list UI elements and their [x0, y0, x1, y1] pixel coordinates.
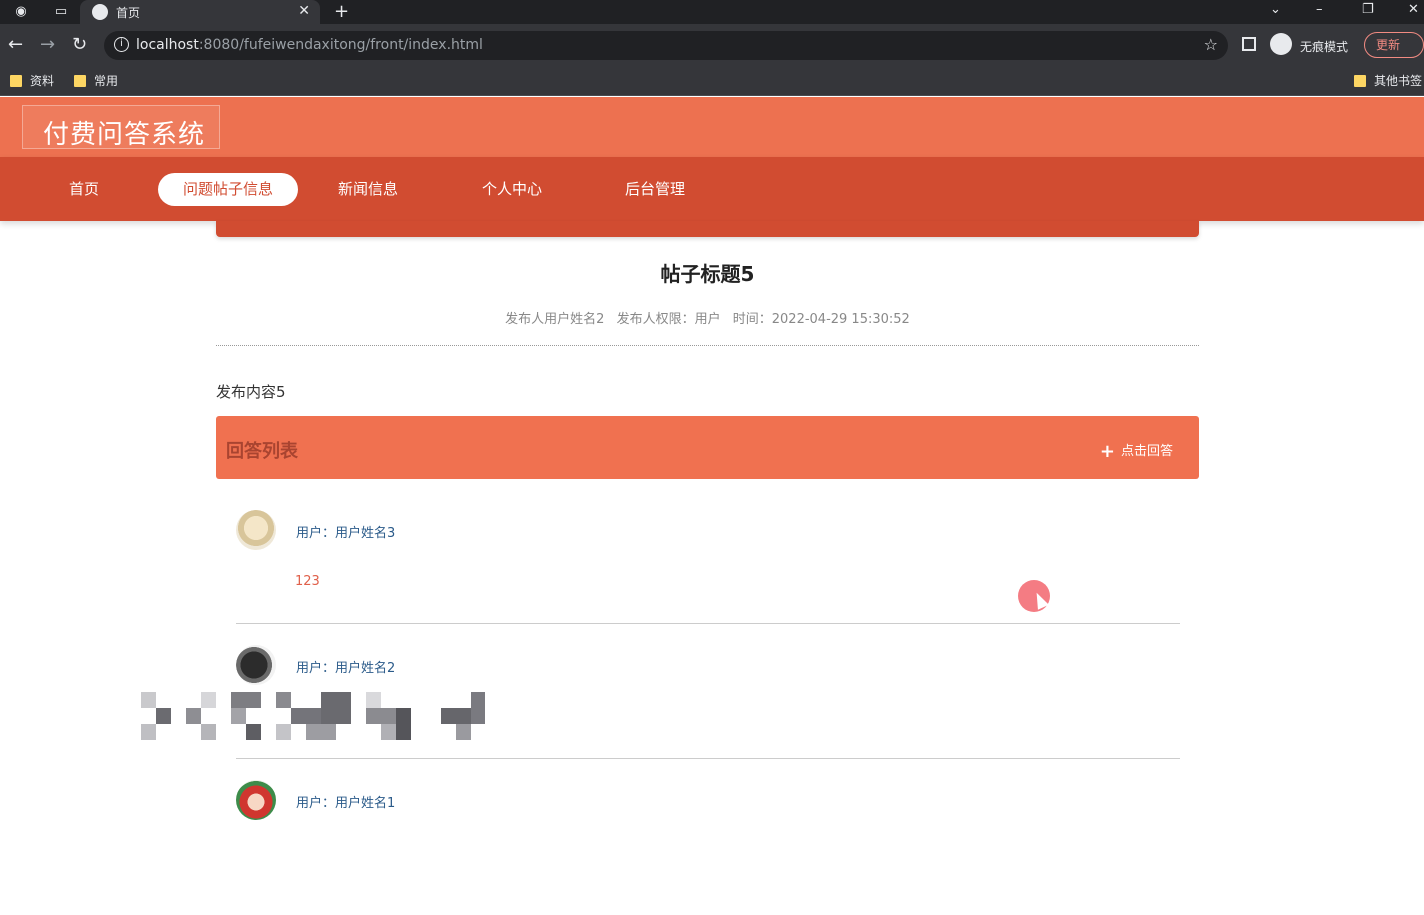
answer-text: 123	[295, 574, 320, 589]
nav-home[interactable]: 首页	[50, 173, 118, 206]
pixelated-content	[141, 692, 485, 740]
info-icon[interactable]: i	[114, 37, 129, 52]
answers-title: 回答列表	[226, 441, 298, 462]
reply-button[interactable]: + 点击回答	[1100, 440, 1173, 462]
update-button[interactable]: 更新	[1364, 32, 1424, 58]
post-permission: 发布人权限：用户	[616, 312, 721, 327]
answer-user: 用户：用户姓名2	[296, 661, 396, 676]
window-icon[interactable]: ▭	[52, 3, 70, 21]
avatar	[236, 510, 276, 550]
bookmark-folder[interactable]: 常用	[74, 72, 118, 89]
browser-tab[interactable]: 首页 ✕	[80, 0, 320, 24]
answer-user: 用户：用户姓名1	[296, 796, 396, 811]
back-icon[interactable]: ←	[8, 34, 23, 55]
answer-user: 用户：用户姓名3	[296, 526, 396, 541]
main-nav: 首页 问题帖子信息 新闻信息 个人中心 后台管理	[0, 157, 1424, 221]
section-banner	[216, 221, 1199, 237]
chevron-down-icon[interactable]: ⌄	[1270, 2, 1281, 17]
folder-icon	[74, 75, 86, 87]
globe-icon[interactable]: ◉	[12, 3, 30, 21]
minimize-icon[interactable]: –	[1316, 2, 1323, 17]
window-close-icon[interactable]: ✕	[1408, 2, 1419, 17]
tab-title: 首页	[116, 6, 141, 20]
address-toolbar: ← → ↻ i localhost:8080/fufeiwendaxitong/…	[0, 24, 1424, 66]
nav-question-posts[interactable]: 问题帖子信息	[158, 173, 298, 206]
incognito-icon[interactable]	[1270, 33, 1292, 55]
divider	[236, 758, 1180, 759]
post-time: 时间：2022-04-29 15:30:52	[732, 312, 910, 327]
logo[interactable]: 付费问答系统	[22, 105, 220, 150]
forward-icon[interactable]: →	[40, 34, 55, 55]
answer-item: 用户：用户姓名3 123	[236, 510, 1180, 645]
nav-admin[interactable]: 后台管理	[607, 173, 703, 206]
site-header: 付费问答系统	[0, 97, 1424, 157]
site-title: 付费问答系统	[43, 120, 206, 150]
other-bookmarks[interactable]: 其他书签	[1354, 72, 1422, 89]
side-panel-icon[interactable]	[1242, 37, 1256, 51]
tab-globe-icon	[92, 4, 108, 20]
post-content: 发布内容5	[216, 383, 286, 401]
bookmark-folder[interactable]: 资料	[10, 72, 54, 89]
post-title: 帖子标题5	[660, 262, 755, 286]
avatar	[236, 780, 276, 820]
star-icon[interactable]: ☆	[1204, 35, 1218, 54]
browser-tab-strip: ◉ ▭ 首页 ✕ + ⌄ – ❐ ✕	[0, 0, 1424, 24]
new-tab-button[interactable]: +	[334, 1, 349, 22]
folder-icon	[1354, 75, 1366, 87]
restore-icon[interactable]: ❐	[1362, 2, 1374, 17]
post-meta: 发布人用户姓名2 发布人权限：用户 时间：2022-04-29 15:30:52	[216, 308, 1199, 327]
nav-personal-center[interactable]: 个人中心	[464, 173, 560, 206]
folder-icon	[10, 75, 22, 87]
divider	[236, 623, 1180, 624]
avatar	[236, 645, 276, 685]
incognito-label: 无痕模式	[1300, 40, 1349, 54]
close-icon[interactable]: ✕	[298, 3, 310, 19]
bookmarks-bar: 资料 常用 其他书签	[0, 66, 1424, 96]
answers-header: 回答列表 + 点击回答	[216, 416, 1199, 479]
address-input[interactable]: i localhost:8080/fufeiwendaxitong/front/…	[104, 31, 1228, 60]
reload-icon[interactable]: ↻	[72, 34, 87, 55]
url-text: localhost:8080/fufeiwendaxitong/front/in…	[136, 37, 483, 53]
post-publisher: 发布人用户姓名2	[505, 312, 605, 327]
divider	[216, 345, 1199, 346]
plus-icon: +	[1099, 441, 1115, 462]
nav-news[interactable]: 新闻信息	[320, 173, 416, 206]
